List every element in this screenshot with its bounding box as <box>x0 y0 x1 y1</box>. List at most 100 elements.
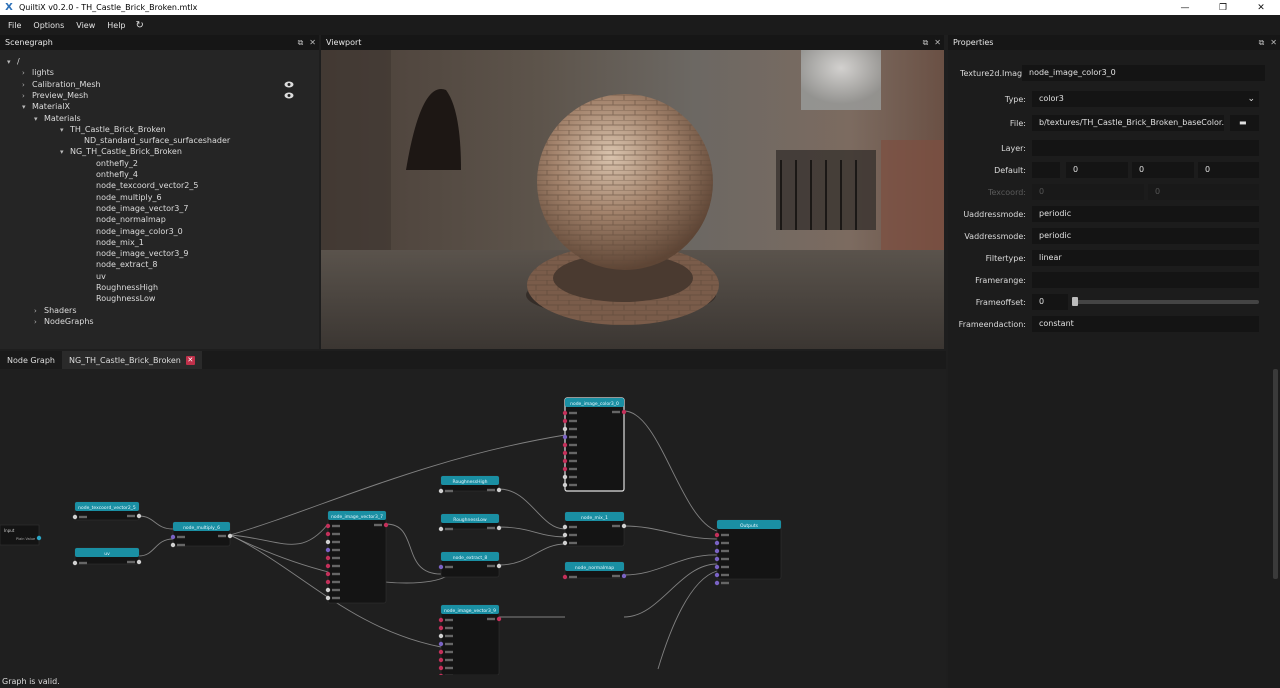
input-port[interactable] <box>438 665 444 671</box>
default-g-field[interactable]: 0 <box>1132 162 1194 178</box>
input-port[interactable] <box>438 657 444 663</box>
input-port[interactable] <box>438 564 444 570</box>
input-port[interactable] <box>714 572 720 578</box>
graph-node-outputs[interactable]: Outputs <box>714 519 782 586</box>
graph-node-image_color3[interactable]: node_image_color3_0 <box>562 397 627 492</box>
panel-close-icon[interactable]: ✕ <box>1270 38 1277 47</box>
close-button[interactable]: ✕ <box>1242 0 1280 15</box>
panel-close-icon[interactable]: ✕ <box>934 38 941 47</box>
chevron-down-icon[interactable]: ▾ <box>7 57 17 68</box>
input-port[interactable] <box>562 450 568 456</box>
input-port[interactable] <box>562 410 568 416</box>
input-port[interactable] <box>562 418 568 424</box>
graph-node-multiply[interactable]: node_multiply_6 <box>170 521 233 548</box>
frameoffset-slider-handle[interactable] <box>1072 297 1078 306</box>
tree-item[interactable]: node_image_color3_0 <box>86 226 183 237</box>
input-port[interactable] <box>438 633 444 639</box>
default-r-field[interactable]: 0 <box>1066 162 1128 178</box>
output-port[interactable] <box>621 409 627 415</box>
filtertype-field[interactable]: linear <box>1032 250 1259 266</box>
output-port[interactable] <box>621 523 627 529</box>
tree-item[interactable]: node_mix_1 <box>86 237 144 248</box>
tree-item[interactable]: uv <box>86 271 106 282</box>
frameoffset-field[interactable]: 0 <box>1032 294 1068 310</box>
input-port[interactable] <box>714 580 720 586</box>
input-port[interactable] <box>562 532 568 538</box>
tree-item[interactable]: node_extract_8 <box>86 259 157 270</box>
tree-item[interactable]: ▾ TH_Castle_Brick_Broken <box>60 124 166 135</box>
node-name-field[interactable]: node_image_color3_0 <box>1022 65 1265 81</box>
graph-node-input[interactable]: InputPlain Value <box>0 524 42 546</box>
input-port[interactable] <box>714 540 720 546</box>
input-port[interactable] <box>562 466 568 472</box>
input-port[interactable] <box>562 574 568 580</box>
graph-node-image_vec3_7[interactable]: node_image_vector3_7 <box>325 510 389 604</box>
graph-node-rough_high[interactable]: RoughnessHigh <box>438 475 502 494</box>
output-port[interactable] <box>136 559 142 565</box>
input-port[interactable] <box>325 571 331 577</box>
tree-item[interactable]: node_texcoord_vector2_5 <box>86 180 198 191</box>
chevron-down-icon[interactable]: ▾ <box>60 147 70 158</box>
input-port[interactable] <box>562 426 568 432</box>
menu-file[interactable]: File <box>2 21 27 30</box>
tree-item[interactable]: node_multiply_6 <box>86 192 162 203</box>
input-port[interactable] <box>325 547 331 553</box>
input-port[interactable] <box>714 548 720 554</box>
input-port[interactable] <box>438 641 444 647</box>
layer-field[interactable] <box>1032 140 1259 156</box>
undock-icon[interactable]: ⧉ <box>923 38 929 48</box>
tree-item[interactable]: ▾ / <box>7 56 20 67</box>
visibility-eye-icon[interactable] <box>284 81 294 88</box>
graph-node-mix[interactable]: node_mix_1 <box>562 511 627 547</box>
graph-node-extract[interactable]: node_extract_8 <box>438 551 502 578</box>
output-port[interactable] <box>136 513 142 519</box>
output-port[interactable] <box>496 487 502 493</box>
chevron-down-icon[interactable]: ▾ <box>34 114 44 125</box>
tree-item[interactable]: ▾ MaterialX <box>22 101 70 112</box>
output-port[interactable] <box>36 535 42 541</box>
properties-scrollbar[interactable] <box>1273 369 1278 579</box>
output-port[interactable] <box>383 522 389 528</box>
output-port[interactable] <box>496 616 502 622</box>
graph-node-uv[interactable]: uv <box>72 547 142 566</box>
graph-node-rough_low[interactable]: RoughnessLow <box>438 513 502 532</box>
tree-item[interactable]: › lights <box>22 67 54 78</box>
input-port[interactable] <box>325 595 331 601</box>
input-port[interactable] <box>438 617 444 623</box>
tree-item[interactable]: ND_standard_surface_surfaceshader <box>74 135 230 146</box>
uaddressmode-field[interactable]: periodic <box>1032 206 1259 222</box>
input-port[interactable] <box>562 434 568 440</box>
input-port[interactable] <box>325 555 331 561</box>
input-port[interactable] <box>325 539 331 545</box>
default-swatch[interactable] <box>1032 162 1060 178</box>
chevron-down-icon[interactable]: ▾ <box>60 125 70 136</box>
input-port[interactable] <box>438 625 444 631</box>
input-port[interactable] <box>714 556 720 562</box>
nodegraph-canvas[interactable]: Input Plain Value node_texcoord_vector2_5u… <box>0 369 946 675</box>
output-port[interactable] <box>227 533 233 539</box>
default-b-field[interactable]: 0 <box>1198 162 1259 178</box>
file-field[interactable]: b/textures/TH_Castle_Brick_Broken_baseCo… <box>1032 115 1224 131</box>
tree-item[interactable]: ▾ NG_TH_Castle_Brick_Broken <box>60 146 182 157</box>
input-port[interactable] <box>562 524 568 530</box>
tree-item[interactable]: node_image_vector3_9 <box>86 248 188 259</box>
tree-item[interactable]: ▾ Materials <box>34 113 81 124</box>
input-port[interactable] <box>562 540 568 546</box>
input-port[interactable] <box>325 579 331 585</box>
input-port[interactable] <box>438 488 444 494</box>
menu-view[interactable]: View <box>70 21 101 30</box>
input-port[interactable] <box>325 587 331 593</box>
tree-item[interactable]: node_normalmap <box>86 214 166 225</box>
tree-item[interactable]: onthefly_4 <box>86 169 138 180</box>
frameoffset-slider[interactable] <box>1072 300 1259 304</box>
tree-item[interactable]: onthefly_2 <box>86 158 138 169</box>
undock-icon[interactable]: ⧉ <box>1259 38 1265 48</box>
chevron-right-icon[interactable]: › <box>34 317 44 328</box>
input-port[interactable] <box>562 474 568 480</box>
input-port[interactable] <box>562 482 568 488</box>
input-port[interactable] <box>714 564 720 570</box>
input-port[interactable] <box>325 523 331 529</box>
visibility-eye-icon[interactable] <box>284 92 294 99</box>
tree-item[interactable]: node_image_vector3_7 <box>86 203 188 214</box>
graph-node-texcoord[interactable]: node_texcoord_vector2_5 <box>72 501 142 521</box>
